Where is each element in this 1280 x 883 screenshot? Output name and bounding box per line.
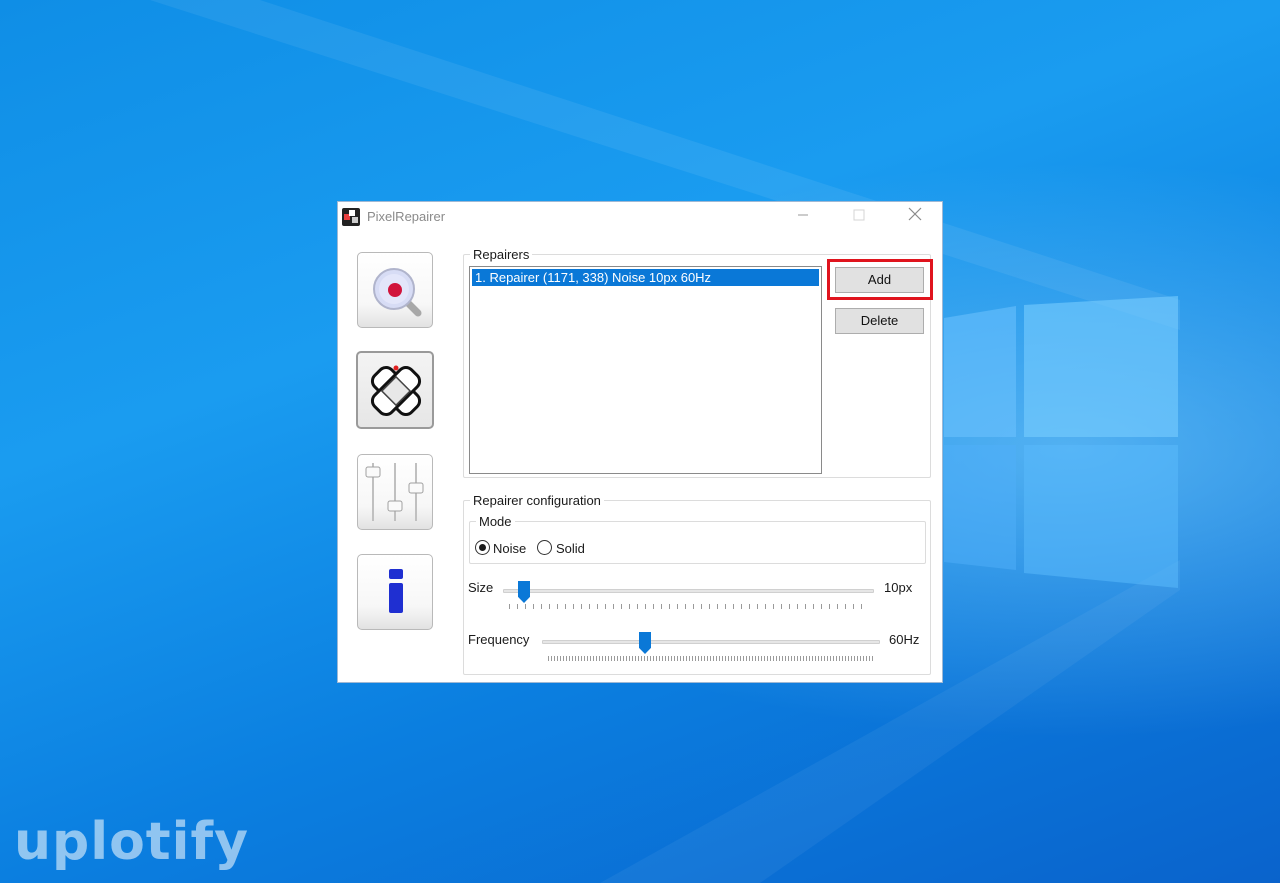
app-icon — [342, 208, 360, 226]
size-value: 10px — [884, 580, 913, 595]
frequency-slider-ticks — [548, 656, 874, 661]
mode-legend: Mode — [479, 514, 512, 529]
pixelrepairer-window: PixelRepairer Repairers 1. Repairer (117… — [337, 201, 943, 683]
mode-group: Mode — [469, 514, 926, 564]
solid-label: Solid — [556, 541, 585, 556]
delete-button[interactable]: Delete — [835, 308, 924, 334]
solid-radio[interactable] — [537, 540, 552, 555]
noise-label: Noise — [493, 541, 527, 556]
repairers-list[interactable]: 1. Repairer (1171, 338) Noise 10px 60Hz — [469, 266, 822, 474]
maximize-button[interactable] — [836, 202, 882, 233]
list-item[interactable]: 1. Repairer (1171, 338) Noise 10px 60Hz — [472, 269, 819, 286]
noise-radio[interactable] — [475, 540, 490, 555]
sidebar-info-button[interactable] — [357, 554, 433, 630]
size-slider-track[interactable] — [503, 589, 874, 593]
magnifier-icon — [373, 268, 422, 317]
sidebar-locate-button[interactable] — [357, 252, 433, 328]
minimize-button[interactable] — [780, 202, 826, 233]
sliders-icon — [365, 463, 424, 521]
maximize-icon — [853, 209, 865, 221]
info-icon — [389, 569, 403, 613]
frequency-value: 60Hz — [889, 632, 920, 647]
uplotify-watermark: uplotify — [14, 812, 249, 872]
sidebar-repair-button[interactable] — [356, 351, 434, 429]
frequency-label: Frequency — [468, 632, 530, 647]
sidebar-settings-button[interactable] — [357, 454, 433, 530]
size-label: Size — [468, 580, 494, 595]
window-title: PixelRepairer — [367, 209, 446, 224]
size-slider-ticks — [509, 604, 869, 609]
close-button[interactable] — [892, 202, 938, 233]
minimize-icon — [798, 214, 808, 216]
title-bar[interactable]: PixelRepairer — [338, 202, 942, 233]
repairers-legend: Repairers — [473, 247, 530, 262]
configuration-legend: Repairer configuration — [473, 493, 601, 508]
add-button[interactable]: Add — [835, 267, 924, 293]
close-icon — [908, 207, 922, 221]
bandage-repair-icon — [370, 365, 422, 417]
frequency-slider-track[interactable] — [542, 640, 880, 644]
